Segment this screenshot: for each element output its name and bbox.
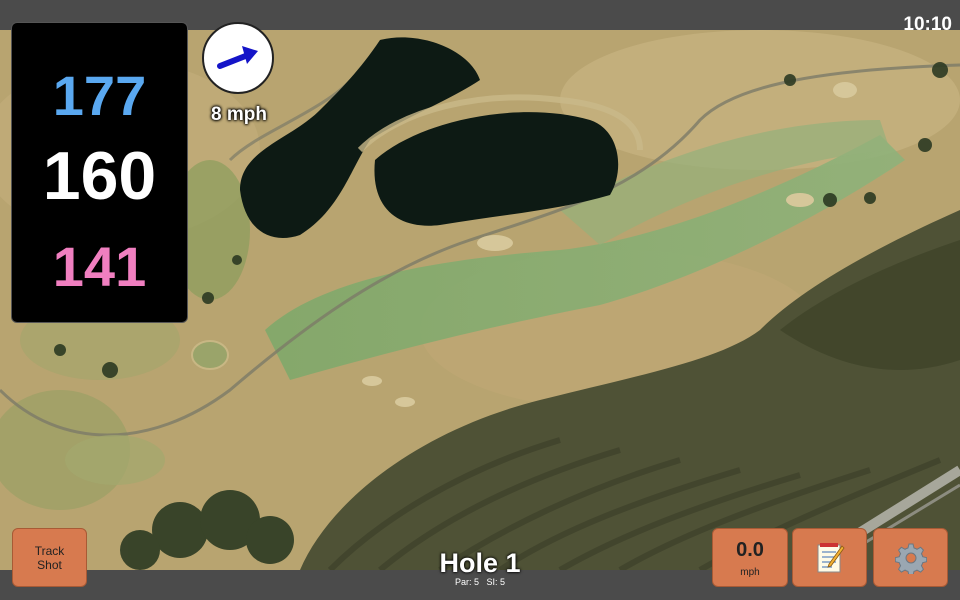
back-distance: 177: [52, 64, 147, 127]
speed-button[interactable]: 0.0 mph: [712, 528, 788, 587]
settings-button[interactable]: [873, 528, 948, 587]
front-distance: 141: [52, 235, 147, 298]
track-shot-label-line2: Shot: [37, 557, 62, 572]
par-label: Par: 5: [454, 577, 479, 587]
wind-arrow-icon: [217, 46, 258, 69]
notes-button[interactable]: [792, 528, 867, 587]
speed-unit: mph: [740, 567, 760, 578]
gear-icon: [894, 543, 927, 574]
center-distance: 160: [42, 138, 157, 214]
hole-title: Hole 1: [439, 548, 521, 578]
speed-value: 0.0: [736, 539, 764, 561]
notepad-icon: [817, 542, 845, 572]
wind-speed-label: 8 mph: [211, 104, 267, 125]
yardage-panel: 177 160 141: [11, 22, 188, 323]
wind-indicator: [202, 22, 274, 94]
track-shot-label-line1: Track: [34, 543, 65, 558]
hole-info: Par: 5 SI: 5: [400, 577, 560, 588]
track-shot-button[interactable]: Track Shot: [12, 528, 87, 587]
clock-time: 10:10: [903, 14, 952, 35]
si-label: SI: 5: [486, 577, 506, 587]
